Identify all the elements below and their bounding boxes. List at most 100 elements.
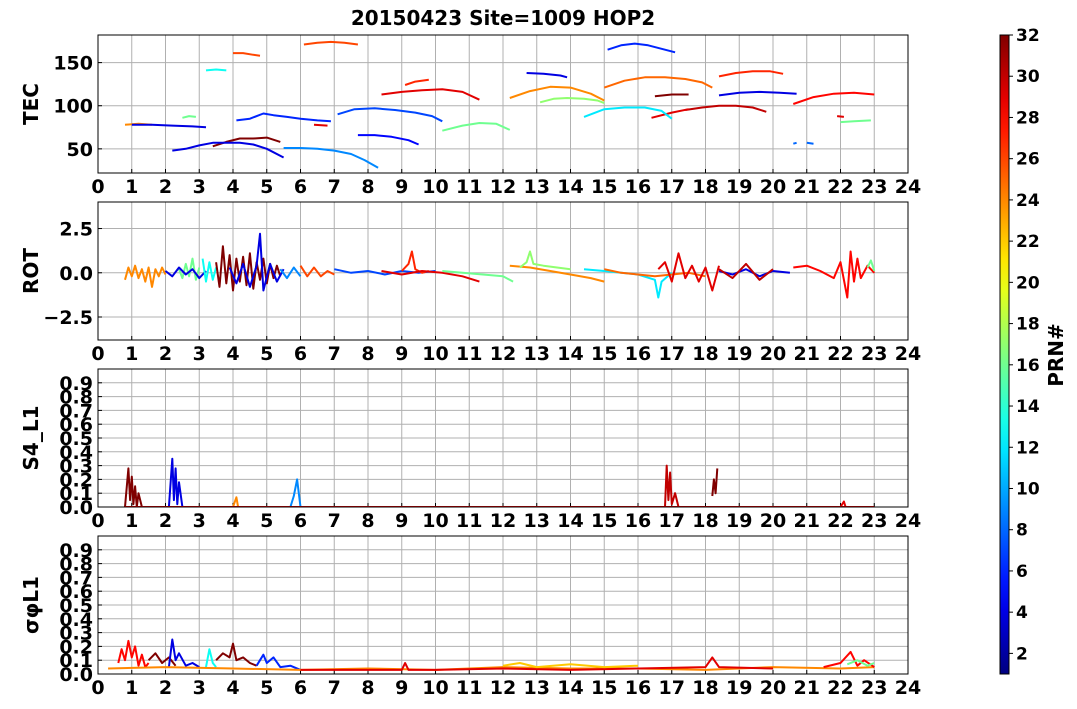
x-tick-label: 12 [490, 176, 516, 198]
x-tick-label: 17 [659, 677, 685, 699]
x-tick-label: 14 [557, 176, 583, 198]
x-tick-label: 9 [395, 510, 408, 532]
x-tick-label: 14 [557, 677, 583, 699]
x-tick-label: 23 [861, 176, 887, 198]
x-tick-label: 9 [395, 176, 408, 198]
x-tick-label: 22 [827, 343, 853, 365]
colorbar: 2468101214161820222426283032PRN# [999, 26, 1068, 675]
y-axis-label: σφL1 [19, 576, 43, 634]
x-tick-label: 3 [193, 343, 206, 365]
x-tick-label: 13 [524, 343, 550, 365]
series-line-prn-8 [806, 141, 814, 145]
x-tick-label: 2 [159, 677, 172, 699]
x-tick-label: 7 [328, 510, 341, 532]
y-tick-label: 2.5 [59, 219, 93, 241]
x-tick-label: 16 [625, 176, 651, 198]
x-tick-label: 14 [557, 343, 583, 365]
x-tick-label: 0 [91, 677, 104, 699]
x-tick-label: 12 [490, 677, 516, 699]
panel-2: −2.50.02.50 1 2 3 4 5 6 7 8 9 10 11 12 13 14 15 16 17 18 19… [19, 201, 921, 365]
y-tick-label: 0.9 [59, 540, 93, 562]
colorbar-tick-label: 32 [1016, 26, 1040, 46]
x-tick-label: 18 [692, 343, 718, 365]
x-tick-label: 6 [294, 510, 307, 532]
colorbar-label: PRN# [1044, 323, 1068, 387]
x-tick-label: 17 [659, 510, 685, 532]
x-tick-label: 6 [294, 677, 307, 699]
x-tick-label: 23 [861, 510, 887, 532]
x-tick-label: 10 [422, 677, 448, 699]
x-tick-label: 22 [827, 176, 853, 198]
x-tick-label: 8 [361, 677, 374, 699]
x-tick-label: 10 [422, 176, 448, 198]
x-tick-label: 7 [328, 176, 341, 198]
x-tick-label: 16 [625, 343, 651, 365]
x-tick-label: 8 [361, 510, 374, 532]
x-tick-label: 24 [895, 343, 921, 365]
x-tick-label: 24 [895, 176, 921, 198]
x-tick-label: 18 [692, 677, 718, 699]
x-tick-label: 9 [395, 343, 408, 365]
y-tick-label: 100 [53, 96, 93, 118]
panel-1: 501001500 1 2 3 4 5 6 7 8 9 10 11 12 13 14 15 16 17 18 19 20… [19, 34, 921, 198]
colorbar-tick-label: 18 [1016, 315, 1040, 335]
x-tick-label: 19 [726, 677, 752, 699]
x-tick-label: 4 [226, 343, 239, 365]
x-tick-label: 1 [125, 343, 138, 365]
x-tick-label: 19 [726, 510, 752, 532]
x-tick-label: 13 [524, 677, 550, 699]
x-tick-label: 11 [456, 510, 482, 532]
y-axis-label: TEC [19, 83, 43, 125]
colorbar-bar [999, 34, 1010, 675]
colorbar-tick-label: 28 [1016, 108, 1040, 128]
x-tick-label: 21 [794, 343, 820, 365]
x-tick-label: 13 [524, 510, 550, 532]
x-tick-label: 3 [193, 510, 206, 532]
colorbar-tick-label: 4 [1016, 603, 1028, 623]
x-tick-label: 4 [226, 677, 239, 699]
x-tick-label: 22 [827, 510, 853, 532]
colorbar-tick-label: 22 [1016, 232, 1040, 252]
x-tick-label: 5 [260, 176, 273, 198]
x-tick-label: 20 [760, 510, 786, 532]
y-axis-label: S4_L1 [19, 406, 43, 471]
x-tick-label: 2 [159, 176, 172, 198]
colorbar-tick-label: 20 [1016, 273, 1040, 293]
x-tick-label: 15 [591, 677, 617, 699]
panel-3: 0.00.10.20.30.40.50.60.70.80.90 1 2 3 4 5 6 7 8 9… [19, 368, 921, 532]
x-tick-label: 23 [861, 677, 887, 699]
x-tick-label: 11 [456, 677, 482, 699]
x-tick-label: 1 [125, 510, 138, 532]
x-tick-label: 4 [226, 510, 239, 532]
x-tick-label: 16 [625, 677, 651, 699]
y-tick-label: 150 [53, 53, 93, 75]
x-tick-label: 22 [827, 677, 853, 699]
panel-4: 0.00.10.20.30.40.50.60.70.80.90 1 2 3 4 5 6 7 8 9… [19, 535, 921, 699]
x-tick-label: 15 [591, 510, 617, 532]
x-tick-label: 2 [159, 510, 172, 532]
x-tick-label: 20 [760, 343, 786, 365]
x-tick-label: 3 [193, 677, 206, 699]
x-tick-label: 0 [91, 343, 104, 365]
x-tick-label: 1 [125, 677, 138, 699]
x-tick-label: 6 [294, 176, 307, 198]
y-axis-label: ROT [19, 248, 43, 294]
x-tick-label: 18 [692, 510, 718, 532]
x-tick-label: 20 [760, 677, 786, 699]
x-tick-label: 17 [659, 176, 685, 198]
y-tick-label: 0.0 [59, 263, 93, 285]
series-line-prn-13 [205, 68, 227, 72]
colorbar-tick-label: 16 [1016, 356, 1040, 376]
colorbar-tick-label: 2 [1016, 644, 1028, 664]
x-tick-label: 18 [692, 176, 718, 198]
colorbar-tick-label: 6 [1016, 562, 1028, 582]
x-tick-label: 7 [328, 677, 341, 699]
x-tick-label: 17 [659, 343, 685, 365]
x-tick-label: 12 [490, 343, 516, 365]
x-tick-label: 0 [91, 510, 104, 532]
x-tick-label: 3 [193, 176, 206, 198]
x-tick-label: 21 [794, 176, 820, 198]
colorbar-tick-label: 26 [1016, 150, 1040, 170]
x-tick-label: 9 [395, 677, 408, 699]
x-tick-label: 20 [760, 176, 786, 198]
